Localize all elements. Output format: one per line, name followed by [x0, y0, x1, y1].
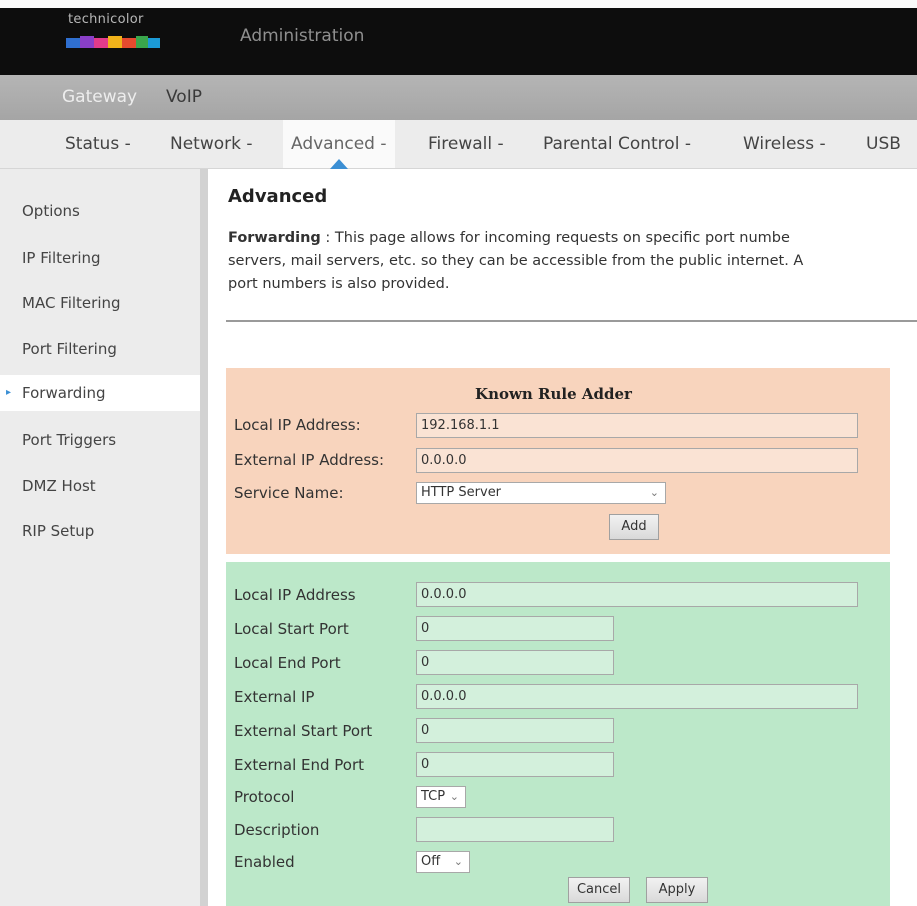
description-line-2: servers, mail servers, etc. so they can …	[228, 253, 804, 269]
technicolor-logo[interactable]: technicolor	[58, 10, 168, 56]
external-start-port-label: External Start Port	[234, 722, 373, 740]
chevron-down-icon: ⌄	[453, 855, 463, 868]
header-bar: technicolor Administration	[0, 0, 917, 75]
brand-name: technicolor	[68, 12, 144, 27]
service-name-select[interactable]: HTTP Server ⌄	[416, 482, 666, 504]
port-forward-rule-panel: Local IP Address 0.0.0.0 Local Start Por…	[226, 562, 890, 906]
external-ip-label: External IP	[234, 688, 315, 706]
local-start-port-field[interactable]: 0	[416, 616, 614, 641]
sidebar-item-forwarding-label: Forwarding	[22, 384, 106, 402]
known-external-ip-field[interactable]: 0.0.0.0	[416, 448, 858, 473]
sidebar-item-port-filtering[interactable]: Port Filtering	[0, 331, 200, 367]
service-name-value: HTTP Server	[421, 485, 502, 500]
subnav-gateway[interactable]: Gateway	[62, 87, 137, 107]
protocol-select[interactable]: TCP ⌄	[416, 786, 466, 808]
tab-network[interactable]: Network -	[170, 120, 253, 168]
enabled-select[interactable]: Off ⌄	[416, 851, 470, 873]
header-top-strip	[0, 0, 917, 8]
local-end-port-label: Local End Port	[234, 654, 341, 672]
tab-firewall[interactable]: Firewall -	[428, 120, 504, 168]
technicolor-logo-icon	[66, 36, 160, 48]
protocol-label: Protocol	[234, 788, 295, 806]
known-local-ip-field[interactable]: 192.168.1.1	[416, 413, 858, 438]
external-end-port-label: External End Port	[234, 756, 365, 774]
chevron-down-icon: ⌄	[449, 790, 459, 803]
tab-usb[interactable]: USB	[866, 120, 901, 168]
service-name-label: Service Name:	[234, 484, 344, 502]
page-description: Forwarding : This page allows for incomi…	[228, 227, 917, 296]
tab-advanced[interactable]: Advanced -	[283, 120, 395, 169]
external-ip-field[interactable]: 0.0.0.0	[416, 684, 858, 709]
local-ip-field[interactable]: 0.0.0.0	[416, 582, 858, 607]
sidebar-item-mac-filtering[interactable]: MAC Filtering	[0, 285, 200, 321]
chevron-down-icon: ⌄	[649, 486, 659, 499]
sidebar-item-forwarding[interactable]: ▸ Forwarding	[0, 375, 200, 411]
apply-button[interactable]: Apply	[646, 877, 708, 903]
known-external-ip-label: External IP Address:	[234, 451, 385, 469]
enabled-label: Enabled	[234, 853, 295, 871]
sidebar-item-dmz-host[interactable]: DMZ Host	[0, 468, 200, 504]
sidebar-item-options[interactable]: Options	[0, 193, 200, 229]
local-end-port-field[interactable]: 0	[416, 650, 614, 675]
known-rule-adder-panel: Known Rule Adder Local IP Address: 192.1…	[226, 368, 890, 554]
protocol-value: TCP	[421, 789, 446, 804]
external-start-port-field[interactable]: 0	[416, 718, 614, 743]
main-content: Advanced Forwarding : This page allows f…	[208, 169, 917, 906]
description-field[interactable]	[416, 817, 614, 842]
description-line-1: : This page allows for incoming requests…	[320, 230, 790, 246]
tab-parental-control[interactable]: Parental Control -	[543, 120, 691, 168]
sidebar-item-rip-setup[interactable]: RIP Setup	[0, 513, 200, 549]
subnav-bar: Gateway VoIP	[0, 75, 917, 120]
description-line-3: port numbers is also provided.	[228, 276, 450, 292]
main-nav: Status - Network - Advanced - Firewall -…	[0, 120, 917, 169]
external-end-port-field[interactable]: 0	[416, 752, 614, 777]
page-title: Advanced	[228, 186, 328, 207]
known-local-ip-label: Local IP Address:	[234, 416, 361, 434]
subnav-voip[interactable]: VoIP	[166, 87, 202, 107]
sidebar-item-ip-filtering[interactable]: IP Filtering	[0, 240, 200, 276]
sidebar: Options IP Filtering MAC Filtering Port …	[0, 169, 208, 906]
local-start-port-label: Local Start Port	[234, 620, 349, 638]
sidebar-item-port-triggers[interactable]: Port Triggers	[0, 422, 200, 458]
add-button[interactable]: Add	[609, 514, 659, 540]
section-divider	[226, 320, 917, 322]
enabled-value: Off	[421, 854, 441, 869]
active-item-bullet-icon: ▸	[6, 387, 12, 398]
description-label: Description	[234, 821, 320, 839]
tab-advanced-label: Advanced -	[291, 134, 387, 154]
description-keyword: Forwarding	[228, 230, 321, 246]
cancel-button[interactable]: Cancel	[568, 877, 630, 903]
local-ip-label: Local IP Address	[234, 586, 356, 604]
tab-wireless[interactable]: Wireless -	[743, 120, 826, 168]
known-rule-adder-title: Known Rule Adder	[475, 385, 632, 403]
active-tab-caret-icon	[329, 159, 348, 169]
admin-title: Administration	[240, 26, 365, 46]
tab-status[interactable]: Status -	[65, 120, 131, 168]
